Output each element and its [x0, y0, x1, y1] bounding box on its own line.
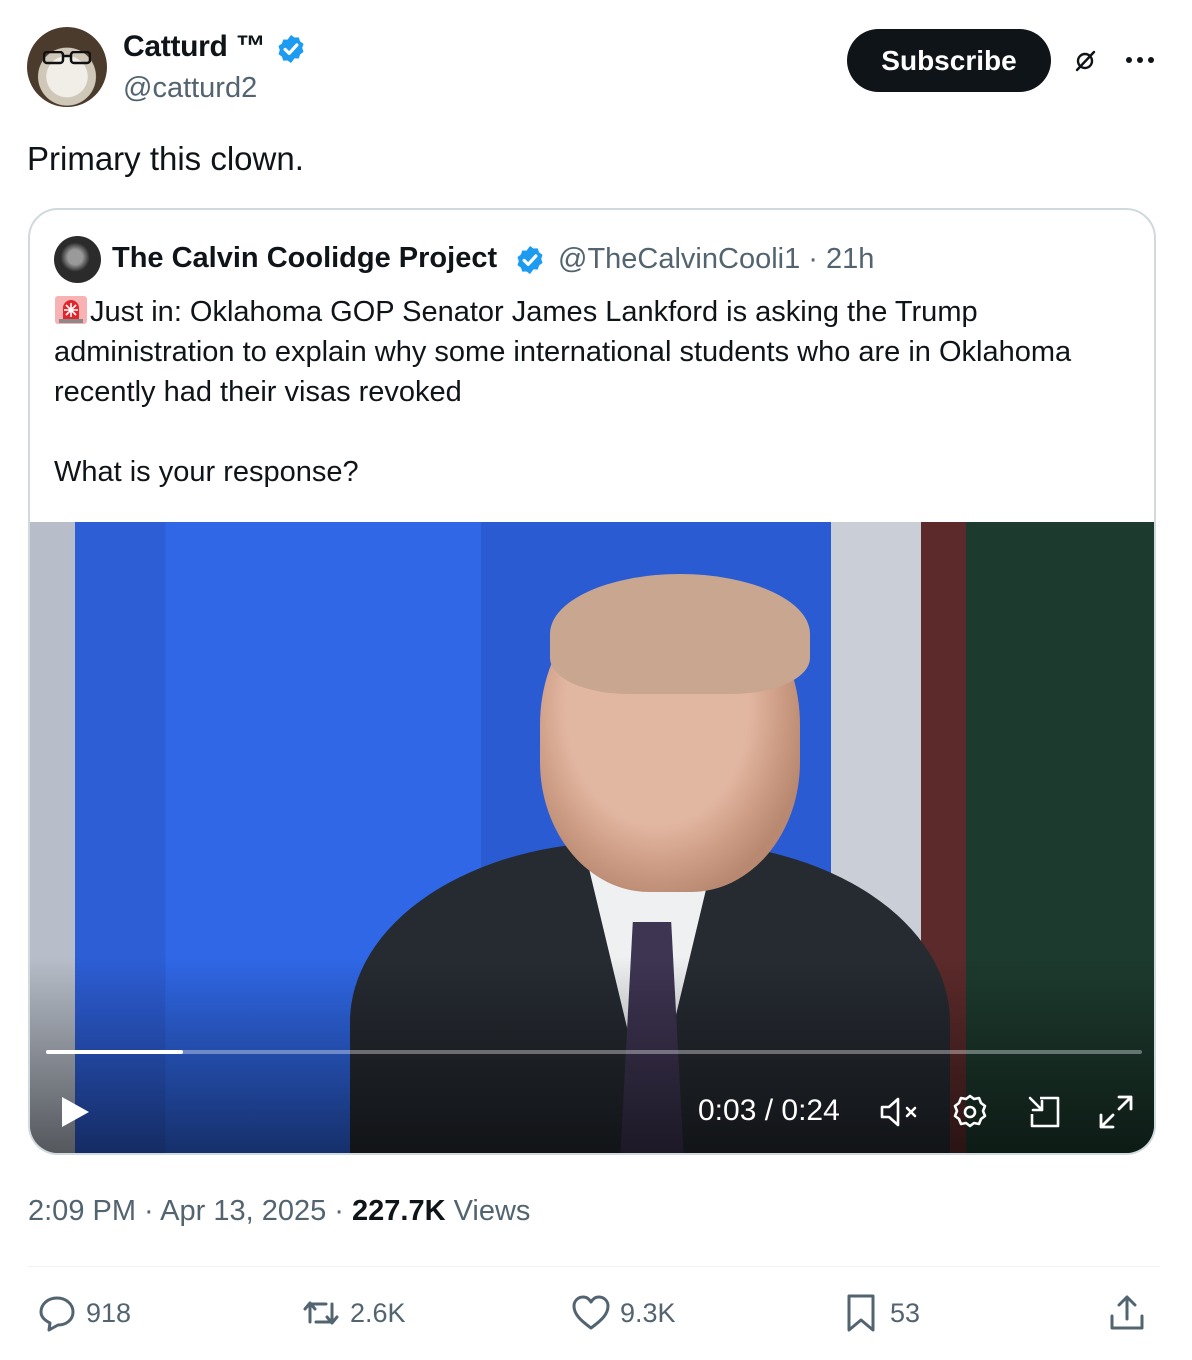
- video-progress-bar[interactable]: [46, 1050, 1142, 1054]
- quoted-post-card[interactable]: The Calvin Coolidge Project @TheCalvinCo…: [28, 208, 1156, 1155]
- mute-icon[interactable]: [878, 1094, 922, 1130]
- reply-icon: [39, 1296, 75, 1332]
- divider: [28, 1266, 1160, 1267]
- repost-button[interactable]: 2.6K: [300, 1292, 406, 1334]
- bookmark-icon: [847, 1294, 875, 1332]
- picture-in-picture-icon[interactable]: [1026, 1094, 1062, 1130]
- subscribe-button[interactable]: Subscribe: [847, 29, 1051, 92]
- video-time-readout: 0:03 / 0:24: [698, 1094, 840, 1127]
- grok-icon[interactable]: [1070, 46, 1100, 76]
- repost-count: 2.6K: [350, 1297, 406, 1328]
- glasses-graphic: [43, 51, 91, 65]
- video-player[interactable]: 0:03 / 0:24: [30, 522, 1154, 1153]
- bookmark-button[interactable]: 53: [840, 1292, 920, 1334]
- play-icon[interactable]: [58, 1094, 92, 1130]
- settings-icon[interactable]: [950, 1092, 990, 1132]
- verified-badge-icon[interactable]: [275, 33, 307, 65]
- quoted-post-body: Just in: Oklahoma GOP Senator James Lank…: [54, 296, 1072, 488]
- quoted-author-handle-time[interactable]: @TheCalvinCooli1 · 21h: [558, 243, 874, 276]
- like-button[interactable]: 9.3K: [570, 1292, 676, 1334]
- more-options-icon[interactable]: [1122, 45, 1158, 75]
- reply-button[interactable]: 918: [36, 1292, 131, 1334]
- video-progress-fill: [46, 1050, 183, 1054]
- like-count: 9.3K: [620, 1297, 676, 1328]
- quoted-author-name[interactable]: The Calvin Coolidge Project: [112, 242, 497, 275]
- views-count: 227.7K: [352, 1195, 446, 1227]
- share-button[interactable]: [1106, 1292, 1156, 1334]
- share-icon: [1110, 1295, 1144, 1330]
- quoted-author-avatar[interactable]: [54, 236, 101, 283]
- post-text: Primary this clown.: [27, 140, 304, 177]
- repost-icon: [303, 1301, 339, 1325]
- bookmark-count: 53: [890, 1297, 921, 1328]
- author-handle[interactable]: @catturd2: [123, 72, 257, 105]
- author-name[interactable]: Catturd ™: [123, 30, 266, 64]
- siren-emoji-icon: [55, 296, 87, 324]
- post-meta: 2:09 PM · Apr 13, 2025 · 227.7K Views: [28, 1195, 530, 1228]
- views-label: Views: [445, 1195, 531, 1227]
- video-subject-hair: [550, 574, 810, 694]
- quoted-post-text: Just in: Oklahoma GOP Senator James Lank…: [54, 292, 1134, 492]
- heart-icon: [572, 1295, 610, 1330]
- reply-count: 918: [86, 1297, 132, 1328]
- fullscreen-icon[interactable]: [1096, 1092, 1136, 1132]
- verified-badge-icon: [517, 246, 543, 274]
- post-timestamp[interactable]: 2:09 PM · Apr 13, 2025 ·: [28, 1195, 352, 1227]
- author-avatar[interactable]: [27, 27, 107, 107]
